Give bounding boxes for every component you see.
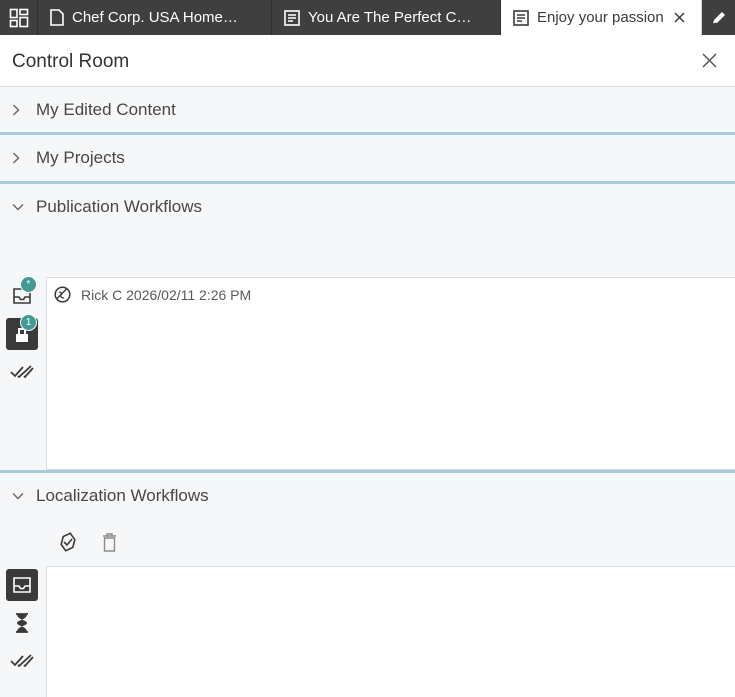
list-item[interactable]: Rick C 2026/02/11 2:26 PM bbox=[47, 278, 735, 303]
inbox-icon bbox=[12, 576, 32, 594]
chevron-right-icon bbox=[12, 104, 24, 116]
section-label: Publication Workflows bbox=[36, 197, 202, 216]
section-my-edited-content: My Edited Content bbox=[0, 87, 735, 133]
delete-button[interactable] bbox=[102, 533, 117, 552]
hourglass-icon bbox=[15, 613, 29, 633]
chevron-down-icon bbox=[12, 203, 24, 211]
trash-icon bbox=[102, 533, 117, 552]
publication-list-panel: Rick C 2026/02/11 2:26 PM bbox=[46, 277, 735, 470]
localization-list-panel bbox=[46, 566, 735, 697]
section-label: Localization Workflows bbox=[36, 486, 209, 505]
section-toggle-localization[interactable]: Localization Workflows bbox=[0, 473, 735, 519]
chevron-down-icon bbox=[12, 492, 24, 500]
close-tab-icon[interactable] bbox=[674, 12, 685, 23]
tab-edit[interactable] bbox=[702, 0, 735, 35]
page-title: Control Room bbox=[12, 51, 130, 72]
inbox-badge: * bbox=[20, 276, 37, 293]
globe-icon bbox=[54, 286, 71, 303]
assign-tag-button[interactable] bbox=[58, 531, 78, 553]
tag-check-icon bbox=[58, 531, 78, 553]
double-check-icon bbox=[10, 654, 34, 668]
control-room-header: Control Room bbox=[0, 35, 735, 87]
tab-perfect-article[interactable]: You Are The Perfect C… bbox=[272, 0, 501, 35]
document-icon bbox=[50, 9, 64, 26]
localization-finished-button[interactable] bbox=[6, 645, 38, 677]
section-toggle-publication[interactable]: Publication Workflows bbox=[0, 184, 735, 230]
pencil-icon bbox=[711, 10, 727, 26]
section-label: My Projects bbox=[36, 148, 125, 167]
section-toggle-projects[interactable]: My Projects bbox=[0, 135, 735, 181]
dashboard-grid-icon[interactable] bbox=[0, 0, 38, 35]
tab-label: Enjoy your passion bbox=[537, 9, 664, 26]
double-check-icon bbox=[10, 365, 34, 379]
section-toggle-edited[interactable]: My Edited Content bbox=[0, 87, 735, 133]
assigned-badge: 1 bbox=[20, 314, 37, 331]
tab-label: Chef Corp. USA Home… bbox=[72, 9, 238, 26]
finished-button[interactable] bbox=[6, 356, 38, 388]
close-icon[interactable] bbox=[702, 53, 717, 68]
tab-label: You Are The Perfect C… bbox=[308, 9, 472, 26]
pending-button[interactable] bbox=[6, 607, 38, 639]
list-item-date: 2026/02/11 2:26 PM bbox=[126, 286, 252, 303]
localization-inbox-button[interactable] bbox=[6, 569, 38, 601]
article-icon bbox=[513, 9, 529, 26]
list-item-user: Rick C bbox=[81, 286, 123, 303]
tab-chef-corp-home[interactable]: Chef Corp. USA Home… bbox=[38, 0, 272, 35]
article-icon bbox=[284, 9, 300, 26]
chevron-right-icon bbox=[12, 152, 24, 164]
tab-bar: Chef Corp. USA Home… You Are The Perfect… bbox=[0, 0, 735, 35]
section-label: My Edited Content bbox=[36, 100, 176, 119]
tab-enjoy-your-passion[interactable]: Enjoy your passion bbox=[501, 0, 702, 35]
section-my-projects: My Projects bbox=[0, 135, 735, 181]
